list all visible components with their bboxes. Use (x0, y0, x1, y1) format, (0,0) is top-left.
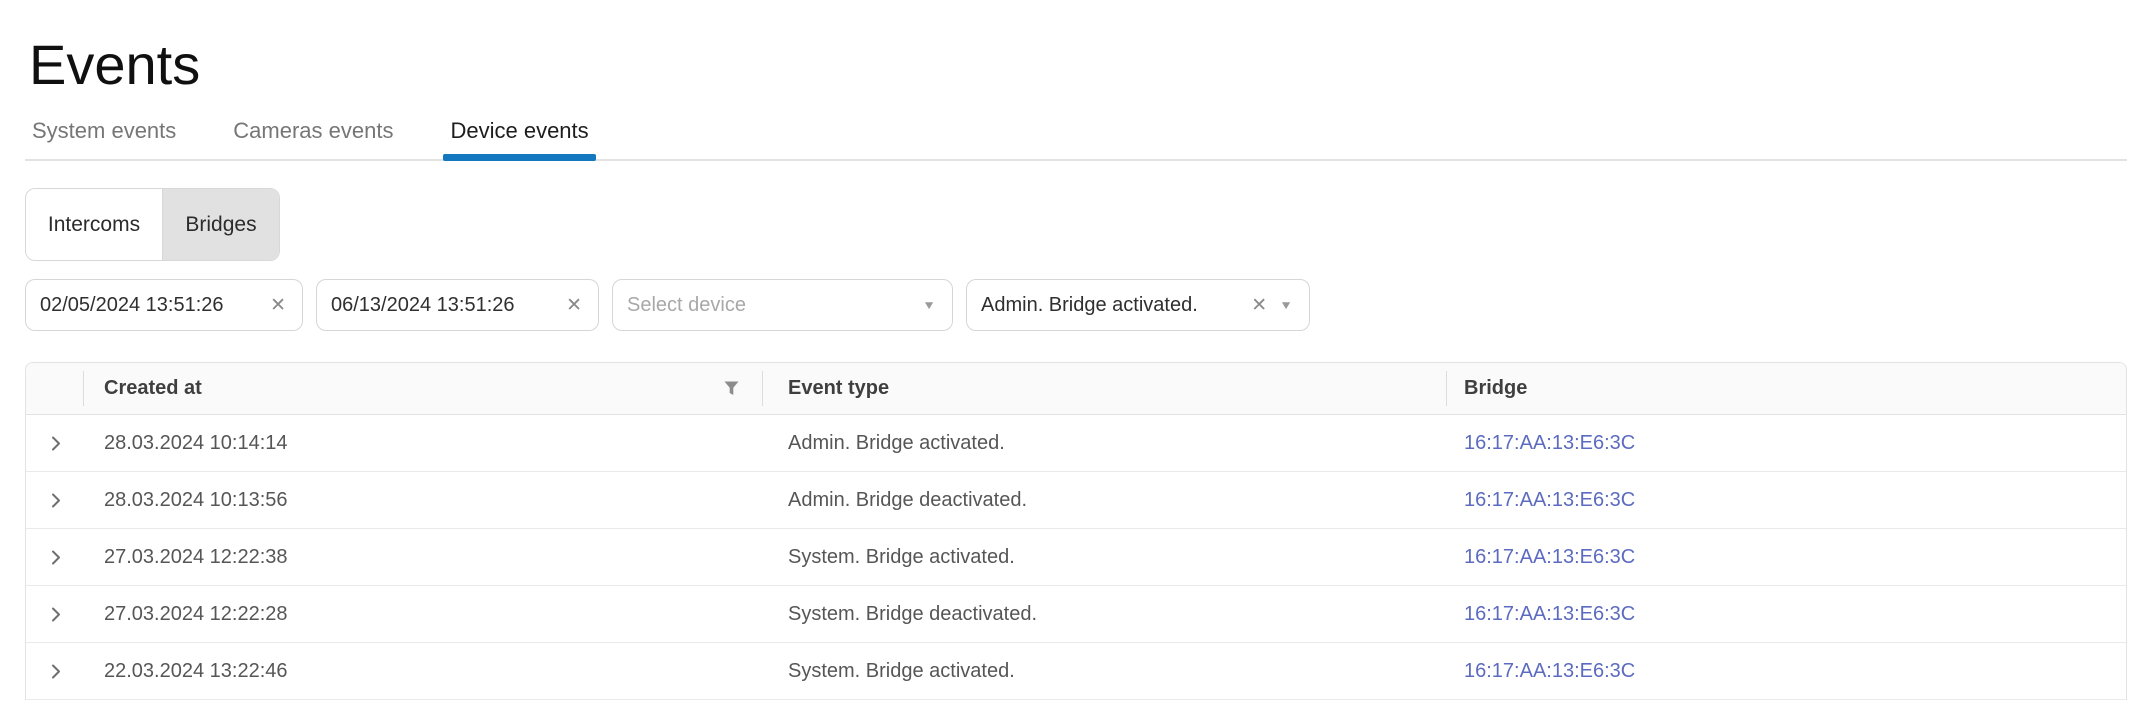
created-at-header-label: Created at (104, 377, 202, 400)
created-at-cell: 27.03.2024 12:22:38 (84, 529, 763, 585)
caret-down-icon[interactable]: ▼ (1279, 299, 1293, 311)
chevron-right-icon (47, 663, 64, 680)
device-kind-toggle: Intercoms Bridges (25, 188, 280, 261)
created-at-cell: 27.03.2024 12:22:28 (84, 586, 763, 642)
expand-column-header (26, 363, 84, 414)
filter-icon[interactable] (724, 381, 739, 396)
device-select[interactable]: Select device ▼ (612, 279, 953, 331)
table-row: 28.03.2024 10:13:56 Admin. Bridge deacti… (26, 472, 2126, 529)
created-at-cell: 28.03.2024 10:13:56 (84, 472, 763, 528)
date-from-input[interactable] (40, 294, 262, 317)
clear-icon[interactable]: ✕ (270, 296, 286, 315)
clear-icon[interactable]: ✕ (566, 296, 582, 315)
tab-device-events[interactable]: Device events (443, 118, 595, 159)
chevron-right-icon (47, 549, 64, 566)
event-type-value: Admin. Bridge activated. (981, 294, 1243, 317)
date-to-filter[interactable]: ✕ (316, 279, 599, 331)
device-select-placeholder: Select device (627, 294, 910, 317)
event-type-cell: System. Bridge activated. (763, 529, 1447, 585)
bridge-link[interactable]: 16:17:AA:13:E6:3C (1464, 489, 1635, 512)
bridge-link[interactable]: 16:17:AA:13:E6:3C (1464, 546, 1635, 569)
event-type-cell: Admin. Bridge deactivated. (763, 472, 1447, 528)
date-to-input[interactable] (331, 294, 558, 317)
event-type-column-header: Event type (763, 363, 1447, 414)
bridge-header-label: Bridge (1464, 377, 1527, 400)
chevron-right-icon (47, 492, 64, 509)
created-at-cell: 22.03.2024 13:22:46 (84, 643, 763, 699)
chevron-right-icon (47, 606, 64, 623)
page-title: Events (29, 34, 2127, 96)
expand-row-button[interactable] (26, 586, 84, 642)
tab-system-events[interactable]: System events (25, 118, 183, 159)
created-at-cell: 28.03.2024 10:14:14 (84, 415, 763, 471)
expand-row-button[interactable] (26, 529, 84, 585)
bridge-column-header: Bridge (1447, 363, 2126, 414)
event-type-select[interactable]: Admin. Bridge activated. ✕ ▼ (966, 279, 1310, 331)
expand-row-button[interactable] (26, 415, 84, 471)
clear-icon[interactable]: ✕ (1251, 296, 1267, 315)
filter-bar: ✕ ✕ Select device ▼ Admin. Bridge activa… (25, 279, 2127, 331)
expand-row-button[interactable] (26, 643, 84, 699)
event-type-header-label: Event type (788, 377, 889, 400)
caret-down-icon[interactable]: ▼ (922, 299, 936, 311)
event-type-cell: System. Bridge activated. (763, 643, 1447, 699)
table-header-row: Created at Event type Bridge (26, 363, 2126, 415)
expand-row-button[interactable] (26, 472, 84, 528)
toggle-intercoms-button[interactable]: Intercoms (26, 189, 162, 260)
events-page: Events System events Cameras events Devi… (0, 34, 2144, 701)
event-type-cell: Admin. Bridge activated. (763, 415, 1447, 471)
event-type-cell: System. Bridge deactivated. (763, 586, 1447, 642)
bridge-link[interactable]: 16:17:AA:13:E6:3C (1464, 603, 1635, 626)
tab-bar: System events Cameras events Device even… (25, 118, 2127, 161)
table-row: 27.03.2024 12:22:28 System. Bridge deact… (26, 586, 2126, 643)
chevron-right-icon (47, 435, 64, 452)
events-table: Created at Event type Bridge 28.03.2024 … (25, 362, 2127, 700)
table-row: 27.03.2024 12:22:38 System. Bridge activ… (26, 529, 2126, 586)
toggle-bridges-button[interactable]: Bridges (162, 189, 279, 260)
table-row: 22.03.2024 13:22:46 System. Bridge activ… (26, 643, 2126, 700)
date-from-filter[interactable]: ✕ (25, 279, 303, 331)
created-at-column-header: Created at (84, 363, 763, 414)
tab-cameras-events[interactable]: Cameras events (226, 118, 400, 159)
bridge-link[interactable]: 16:17:AA:13:E6:3C (1464, 660, 1635, 683)
table-row: 28.03.2024 10:14:14 Admin. Bridge activa… (26, 415, 2126, 472)
bridge-link[interactable]: 16:17:AA:13:E6:3C (1464, 432, 1635, 455)
